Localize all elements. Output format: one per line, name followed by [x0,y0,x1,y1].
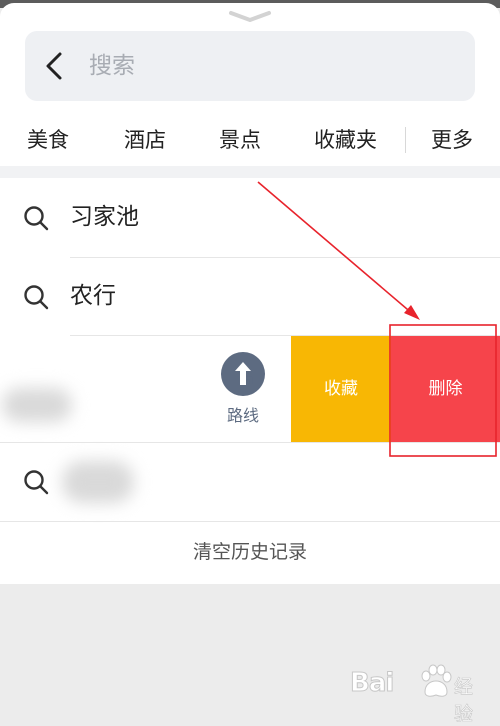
clear-history-button[interactable]: 清空历史记录 [0,522,500,582]
back-icon[interactable] [43,51,65,81]
search-icon [24,285,49,310]
blurred-history-text [62,461,134,503]
history-item[interactable] [0,443,500,521]
search-placeholder: 搜索 [89,53,135,79]
history-item[interactable]: 习家池 [0,179,500,257]
section-gap [0,166,500,178]
route-icon [221,352,265,396]
watermark-text: Bai [349,668,394,699]
history-item-label: 习家池 [70,204,139,230]
paw-logo-icon [421,664,452,697]
tab-food[interactable]: 美食 [27,115,69,165]
search-icon [24,470,49,495]
tab-divider [405,127,406,153]
favorite-button[interactable]: 收藏 [291,336,391,442]
watermark-suffix: 经验 [454,676,474,726]
tab-more[interactable]: 更多 [431,115,473,165]
category-tabs: 美食 酒店 景点 收藏夹 更多 [0,115,500,165]
history-item[interactable]: 农行 [0,258,500,336]
history-item-label: 农行 [70,283,116,309]
sheet-handle-icon[interactable] [228,9,272,23]
tab-hotel[interactable]: 酒店 [124,115,166,165]
delete-button[interactable]: 删除 [391,336,500,442]
search-input[interactable]: 搜索 [25,31,475,101]
route-label: 路线 [226,406,259,425]
blurred-history-text [2,388,72,422]
route-button[interactable]: 路线 [210,352,276,432]
baidu-jingyan-watermark: Bai 经验 [349,662,485,725]
search-icon [24,206,49,231]
tab-favorites[interactable]: 收藏夹 [314,115,377,165]
tab-scenic[interactable]: 景点 [219,115,261,165]
